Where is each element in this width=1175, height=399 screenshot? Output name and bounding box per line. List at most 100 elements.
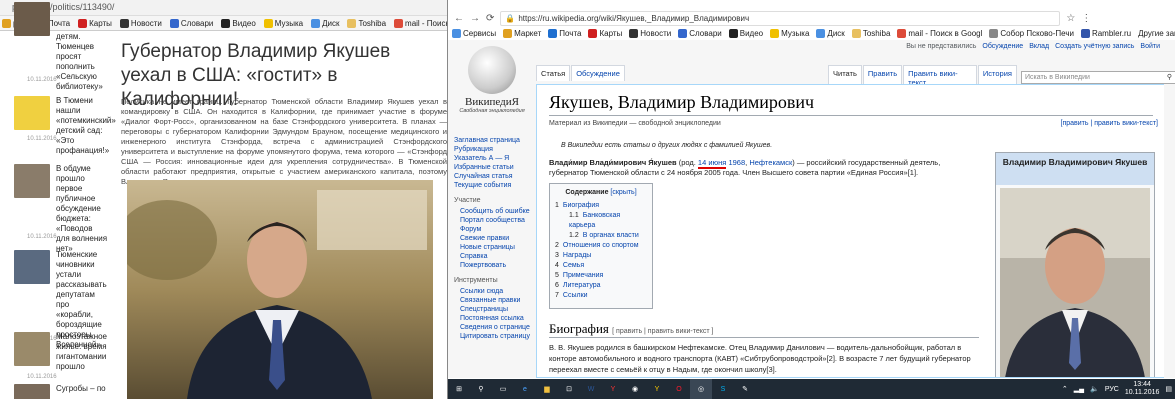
sidebar-item[interactable]: Связанные правки (454, 296, 530, 305)
star-icon[interactable]: ☆ (1066, 13, 1075, 24)
bookmark-item[interactable]: mail - Поиск в Google (394, 18, 447, 28)
sidebar-item[interactable]: Новые страницы (454, 243, 530, 252)
reload-icon[interactable]: ⟳ (486, 13, 494, 24)
toc-link[interactable]: Отношения со спортом (563, 242, 639, 249)
edge-icon[interactable]: e (514, 379, 536, 399)
bookmark-item[interactable]: Собор Псково-Печи (989, 29, 1074, 38)
toc-item[interactable]: 2 Отношения со спортом (555, 241, 647, 251)
bookmark-item[interactable]: Диск (311, 18, 339, 28)
toc-link[interactable]: Примечания (563, 272, 603, 279)
bookmark-item[interactable]: Музыка (770, 29, 809, 38)
personal-link[interactable]: Создать учётную запись (1055, 43, 1134, 50)
sidebar-item[interactable]: Цитировать страницу (454, 332, 530, 341)
bookmark-item[interactable]: Видео (728, 29, 763, 38)
bookmark-item[interactable]: Новости (119, 18, 162, 28)
wikipedia-logo[interactable]: ВикипедиЯ Свободная энциклопедия (456, 46, 528, 126)
sidebar-item[interactable]: Форум (454, 225, 530, 234)
sidebar-item[interactable]: Рубрикация (454, 145, 530, 154)
birth-place-link[interactable]: Нефтекамск (749, 158, 792, 167)
volume-icon[interactable]: 🔈 (1090, 385, 1099, 393)
network-icon[interactable]: ▂▄ (1074, 385, 1084, 393)
bookmark-item[interactable]: Словари (678, 29, 722, 38)
feed-title[interactable]: Сугробы – по (56, 384, 108, 394)
bookmark-item[interactable]: Карты (78, 18, 112, 28)
sidebar-item[interactable]: Заглавная страница (454, 136, 530, 145)
language-indicator[interactable]: РУС (1105, 386, 1119, 393)
toc-link[interactable]: Биография (563, 202, 599, 209)
sidebar-item[interactable]: Указатель А — Я (454, 154, 530, 163)
skype-icon[interactable]: S (712, 379, 734, 399)
bookmark-item[interactable]: Сервисы (452, 29, 496, 38)
toc-hide-link[interactable]: [скрыть] (610, 189, 636, 196)
paint-icon[interactable]: ✎ (734, 379, 756, 399)
sidebar-item[interactable]: Портал сообщества (454, 216, 530, 225)
bookmark-item[interactable]: Музыка (263, 18, 303, 28)
chrome-icon[interactable]: ◎ (690, 379, 712, 399)
sidebar-item[interactable]: Справка (454, 252, 530, 261)
feed-title[interactable]: Малоэтажное жилье: время гигантомании пр… (56, 332, 108, 372)
personal-link[interactable]: Обсуждение (982, 43, 1023, 50)
bookmark-item[interactable]: Карты (588, 29, 622, 38)
bookmark-item[interactable]: Toshiba (851, 29, 890, 38)
bookmark-item[interactable]: mail - Поиск в Googl (897, 29, 982, 38)
feed-title[interactable]: В обдуме прошло первое публичное обсужде… (56, 164, 108, 254)
sidebar-item[interactable]: Случайная статья (454, 172, 530, 181)
personal-link[interactable]: Войти (1140, 43, 1160, 50)
sidebar-item[interactable]: Текущие события (454, 181, 530, 190)
toc-item[interactable]: 4 Семья (555, 261, 647, 271)
bookmark-item[interactable]: Словари (169, 18, 213, 28)
back-icon[interactable]: ← (454, 13, 464, 24)
bookmark-item[interactable]: Новости (629, 29, 671, 38)
task-view-icon[interactable]: ▭ (492, 379, 514, 399)
toc-link[interactable]: В органах власти (583, 232, 639, 239)
sidebar-item[interactable]: Спецстраницы (454, 305, 530, 314)
chevron-up-icon[interactable]: ⌃ (1062, 385, 1068, 393)
birth-year-link[interactable]: 1968 (728, 158, 745, 167)
app-icon[interactable]: ◉ (624, 379, 646, 399)
sidebar-item[interactable]: Пожертвовать (454, 261, 530, 270)
search-icon[interactable]: ⚲ (470, 379, 492, 399)
personal-link[interactable]: Вклад (1029, 43, 1049, 50)
sidebar-item[interactable]: Ссылки сюда (454, 287, 530, 296)
bookmark-item[interactable]: Rambler.ru (1080, 29, 1131, 38)
toc-link[interactable]: Литература (563, 282, 601, 289)
toc-link[interactable]: Ссылки (563, 292, 588, 299)
toc-item[interactable]: 3 Награды (555, 251, 647, 261)
biography-edit-links[interactable]: [ править | править вики-текст ] (612, 328, 713, 335)
sidebar-item[interactable]: Сведения о странице (454, 323, 530, 332)
bookmark-item[interactable]: Диск (816, 29, 845, 38)
toc-item[interactable]: 7 Ссылки (555, 291, 647, 301)
edit-links[interactable]: [править | править вики-текст] (1061, 120, 1158, 127)
address-bar[interactable]: 🔒 https://ru.wikipedia.org/wiki/Якушев,_… (500, 10, 1061, 26)
sidebar-item[interactable]: Избранные статьи (454, 163, 530, 172)
yandex-icon[interactable]: Y (602, 379, 624, 399)
toc-item[interactable]: 6 Литература (555, 281, 647, 291)
other-bookmarks[interactable]: Другие закладки (1138, 29, 1175, 38)
left-address-bar[interactable]: park72.ru/politics/113490/ (0, 0, 447, 16)
sidebar-item[interactable]: Свежие правки (454, 234, 530, 243)
toc-item[interactable]: 1 Биография (555, 201, 647, 211)
menu-icon[interactable]: ⋮ (1081, 13, 1091, 24)
toc-link[interactable]: Награды (563, 252, 591, 259)
tab-talk[interactable]: Обсуждение (571, 65, 625, 81)
bookmark-item[interactable]: Видео (221, 18, 256, 28)
yandex-browser-icon[interactable]: Y (646, 379, 668, 399)
bookmark-item[interactable]: Почта (548, 29, 581, 38)
sidebar-item[interactable]: Постоянная ссылка (454, 314, 530, 323)
search-icon[interactable]: ⚲ (1167, 73, 1172, 81)
notifications-icon[interactable]: ▤ (1165, 385, 1172, 393)
store-icon[interactable]: ⊡ (558, 379, 580, 399)
opera-icon[interactable]: O (668, 379, 690, 399)
toc-item[interactable]: 5 Примечания (555, 271, 647, 281)
feed-title[interactable]: детям. Тюменцев просят пополнить «Сельск… (56, 32, 108, 92)
start-icon[interactable]: ⊞ (448, 379, 470, 399)
bookmark-item[interactable]: Toshiba (347, 18, 386, 28)
infobox-photo[interactable] (1000, 188, 1150, 377)
word-icon[interactable]: W (580, 379, 602, 399)
toc-link[interactable]: Семья (563, 262, 584, 269)
forward-icon[interactable]: → (470, 13, 480, 24)
toc-item[interactable]: 1.2 В органах власти (555, 231, 647, 241)
toc-item[interactable]: 1.1 Банковская карьера (555, 211, 647, 231)
feed-title[interactable]: В Тюмени нашли «потемкинский» детский са… (56, 96, 116, 156)
tab-article[interactable]: Статья (536, 65, 571, 81)
